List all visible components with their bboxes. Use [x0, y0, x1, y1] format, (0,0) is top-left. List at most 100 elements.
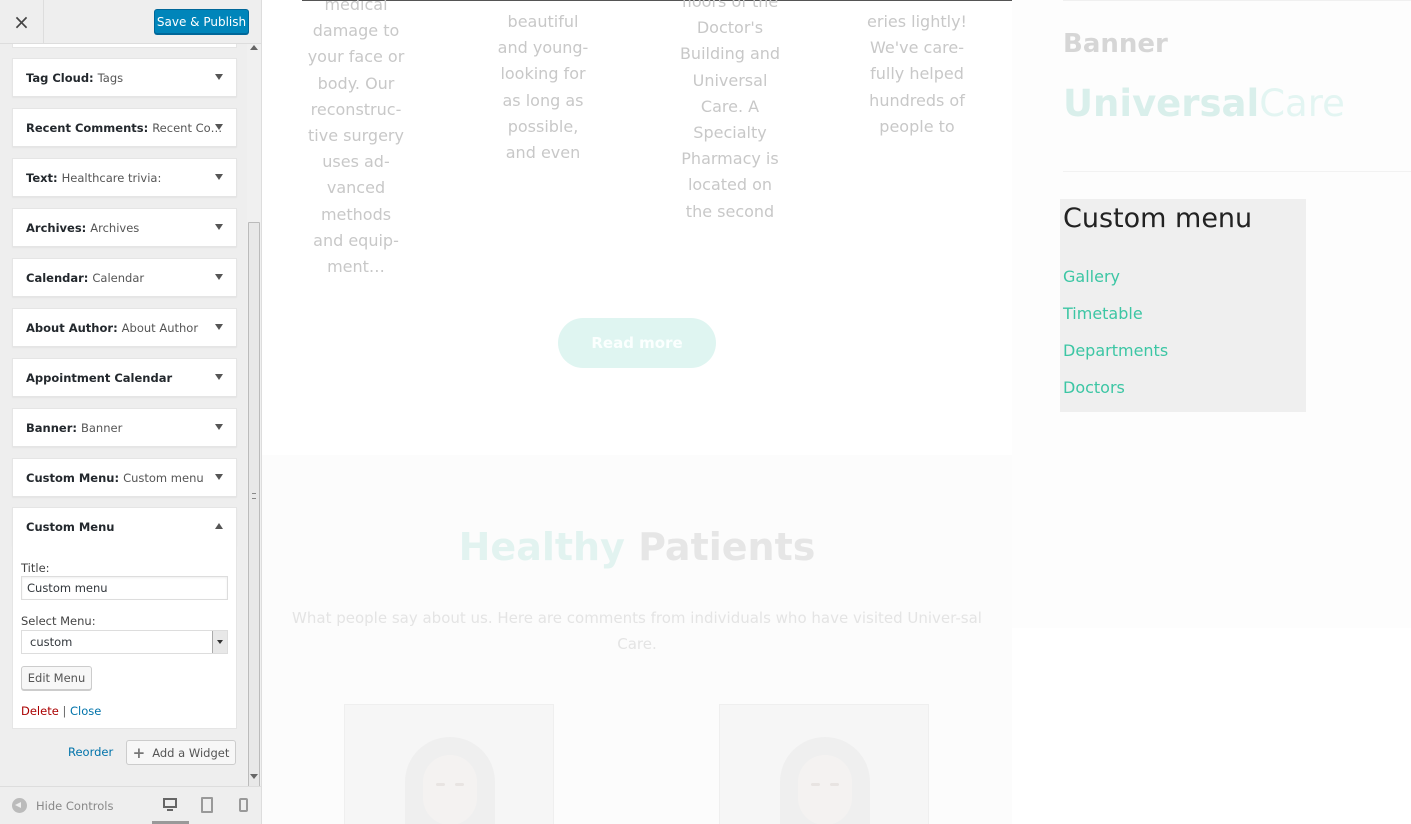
- desktop-preview-icon[interactable]: [163, 797, 177, 813]
- service-text-line: and young-: [497, 38, 589, 58]
- scroll-up-arrow-icon[interactable]: [250, 45, 258, 50]
- service-text-2: beautiful and young-looking for as long as…: [483, 9, 603, 166]
- widget-calendar[interactable]: Calendar: Calendar: [12, 258, 237, 297]
- edit-menu-button[interactable]: Edit Menu: [21, 666, 92, 690]
- service-text-line: Pharmacy is: [681, 149, 779, 169]
- menu-link-departments[interactable]: Departments: [1063, 341, 1168, 360]
- widget-archives[interactable]: Archives: Archives: [12, 208, 237, 247]
- divider: [1063, 171, 1411, 172]
- service-text-line: reconstruc-: [310, 99, 402, 119]
- widget-appointment-calendar[interactable]: Appointment Calendar: [12, 358, 237, 397]
- custom-menu-widget: Custom menu Gallery Timetable Department…: [1060, 199, 1306, 412]
- custom-menu-title: Custom menu: [1063, 203, 1253, 234]
- delete-link[interactable]: Delete: [21, 704, 59, 718]
- widget-custom-menu-2[interactable]: Custom Menu: [12, 507, 237, 546]
- service-text-line: the second: [685, 201, 775, 221]
- grip-icon: [252, 493, 256, 499]
- service-text-line: possible,: [507, 116, 579, 136]
- customizer-sidebar: Tag Cloud: Tags Recent Comments: Recent Co…: [0, 0, 262, 824]
- expand-arrow-icon[interactable]: [215, 274, 223, 280]
- service-text-line: Building and: [679, 44, 781, 64]
- expand-arrow-icon[interactable]: [215, 124, 223, 130]
- preview-sidebar: Banner UniversalCare Custom menu Gallery…: [1012, 0, 1411, 824]
- expand-arrow-icon[interactable]: [215, 374, 223, 380]
- widget-tag-cloud[interactable]: Tag Cloud: Tags: [12, 58, 237, 97]
- service-text-line: floors of the: [681, 0, 779, 11]
- widget-banner[interactable]: Banner: Banner: [12, 408, 237, 447]
- title-input[interactable]: [21, 576, 228, 600]
- widget-recent-comments[interactable]: Recent Comments: Recent Co…: [12, 108, 237, 147]
- widget-custom-menu-1[interactable]: Custom Menu: Custom menu: [12, 458, 237, 497]
- service-text-3: floors of the Doctor's Building and Univers…: [670, 0, 790, 225]
- service-text-line: Universal: [692, 70, 768, 90]
- hide-controls-label: Hide Controls: [36, 798, 114, 813]
- collapse-arrow-icon: [12, 798, 27, 813]
- read-more-button[interactable]: Read more: [558, 318, 716, 368]
- widget-title-label: About Author: [121, 320, 199, 335]
- add-widget-button[interactable]: + Add a Widget: [126, 740, 236, 765]
- widget-title-label: Healthcare trivia:: [61, 170, 162, 185]
- hide-controls-button[interactable]: Hide Controls: [12, 798, 113, 813]
- service-text-line: beautiful: [507, 12, 579, 31]
- service-text-line: Doctor's: [696, 18, 764, 38]
- main-content: medical damage to your face or body. Our rec…: [262, 0, 1012, 824]
- service-text-line: fully helped: [870, 64, 964, 84]
- widget-type-label: Calendar:: [26, 270, 89, 285]
- customizer-footer: Hide Controls: [0, 786, 261, 824]
- tablet-preview-icon[interactable]: [201, 797, 213, 813]
- service-text-4: eries lightly! We've care-fully helped hun…: [857, 9, 977, 140]
- sidebar-lower-area: [1012, 628, 1411, 824]
- expand-arrow-icon[interactable]: [215, 174, 223, 180]
- expand-arrow-icon[interactable]: [215, 74, 223, 80]
- service-text-line: and even: [505, 143, 581, 163]
- divider: [1063, 0, 1411, 1]
- widget-title-label: Archives: [90, 220, 140, 235]
- service-text-line: hundreds of: [869, 90, 965, 110]
- widget-actions: Delete | Close: [21, 704, 101, 718]
- select-menu-dropdown[interactable]: custom: [21, 630, 228, 654]
- service-text-1: medical damage to your face or body. Our rec…: [296, 0, 416, 280]
- close-customizer-button[interactable]: ×: [0, 0, 44, 44]
- scroll-down-arrow-icon[interactable]: [250, 774, 258, 779]
- section-subtext: What people say about us. Here are comme…: [292, 609, 982, 653]
- patient-photo: [344, 704, 554, 824]
- service-text-line: damage to: [312, 21, 400, 41]
- widget-text[interactable]: Text: Healthcare trivia:: [12, 158, 237, 197]
- site-preview: medical damage to your face or body. Our rec…: [262, 0, 1411, 824]
- widget-about-author[interactable]: About Author: About Author: [12, 308, 237, 347]
- expand-arrow-icon[interactable]: [215, 224, 223, 230]
- close-link[interactable]: Close: [70, 704, 101, 718]
- service-text-line: medical: [324, 0, 388, 14]
- scroll-thumb[interactable]: [248, 222, 260, 814]
- collapse-arrow-icon[interactable]: [215, 523, 223, 529]
- expand-arrow-icon[interactable]: [215, 324, 223, 330]
- heading-accent: Healthy: [458, 525, 625, 569]
- widget-type-label: Custom Menu: [26, 519, 115, 534]
- menu-link-timetable[interactable]: Timetable: [1063, 304, 1143, 323]
- mobile-preview-icon[interactable]: [239, 798, 248, 812]
- service-text-line: Specialty: [693, 123, 767, 143]
- service-text-line: people to: [879, 116, 955, 136]
- expand-arrow-icon[interactable]: [215, 424, 223, 430]
- widget-type-label: Custom Menu:: [26, 470, 120, 485]
- widget-list: [12, 44, 237, 48]
- service-text-line: vanced: [326, 178, 386, 198]
- service-text-line: and equip-: [313, 230, 399, 250]
- plus-icon: +: [132, 743, 146, 762]
- dropdown-arrow-icon[interactable]: [212, 631, 227, 653]
- section-heading: Healthy Patients: [262, 525, 1012, 569]
- widget-title-label: Calendar: [92, 270, 145, 285]
- site-logo[interactable]: UniversalCare: [1063, 82, 1345, 125]
- service-text-line: eries lightly!: [867, 12, 967, 31]
- sidebar-scrollbar[interactable]: [247, 44, 261, 814]
- service-text-line: uses ad-: [322, 152, 390, 172]
- service-text-line: looking for: [500, 64, 586, 84]
- menu-link-gallery[interactable]: Gallery: [1063, 267, 1120, 286]
- service-text-line: methods: [320, 204, 392, 224]
- expand-arrow-icon[interactable]: [215, 474, 223, 480]
- testimonials-section: Healthy Patients What people say about u…: [262, 455, 1012, 824]
- reorder-link[interactable]: Reorder: [68, 745, 113, 759]
- save-publish-button[interactable]: Save & Publish: [154, 9, 249, 34]
- menu-link-doctors[interactable]: Doctors: [1063, 378, 1125, 397]
- service-text-line: as long as: [502, 90, 584, 110]
